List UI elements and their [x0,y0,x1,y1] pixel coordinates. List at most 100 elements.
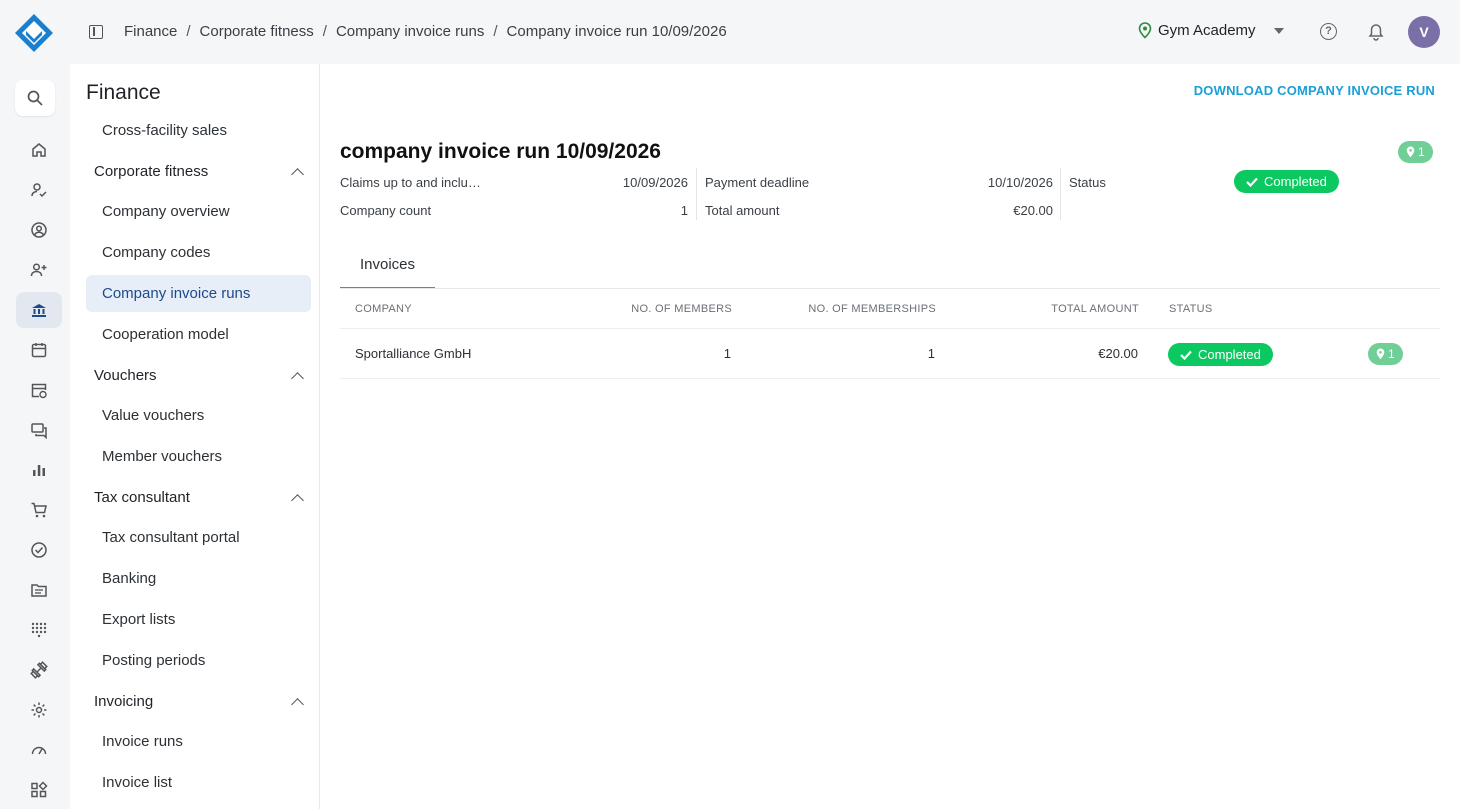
sidebar-item-tax-consultant-portal[interactable]: Tax consultant portal [86,519,311,556]
nav-tasks[interactable] [16,532,62,568]
check-icon [1180,350,1192,360]
chat-icon [31,423,47,439]
sidebar-item-export-lists[interactable]: Export lists [86,601,311,638]
table-row[interactable]: Sportalliance GmbH 1 1 €20.00 Completed … [340,329,1440,379]
breadcrumb-item[interactable]: Company invoice runs [336,23,484,40]
divider [696,168,697,220]
cart-icon [31,502,47,518]
cell-total-amount: €20.00 [1098,346,1138,361]
nav-settings[interactable] [16,692,62,728]
help-icon[interactable]: ? [1320,23,1337,40]
chevron-up-icon [291,371,304,385]
nav-training[interactable] [16,652,62,688]
page-title: company invoice run 10/09/2026 [340,140,661,163]
sidebar-item-posting-periods[interactable]: Posting periods [86,642,311,679]
bank-icon [32,304,46,317]
download-company-invoice-run-button[interactable]: DOWNLOAD COMPANY INVOICE RUN [1194,83,1435,98]
sidebar-item-invoice-runs[interactable]: Invoice runs [86,723,311,760]
sidebar-toggle-icon[interactable] [89,25,103,39]
tab-invoices[interactable]: Invoices [340,247,435,289]
bell-icon[interactable] [1368,23,1384,41]
nav-analytics[interactable] [16,452,62,488]
sidebar-group-label: Corporate fitness [94,163,209,180]
location-pin-icon [1138,22,1152,39]
breadcrumb-item[interactable]: Corporate fitness [200,23,314,40]
sidebar-group-label: Invoicing [94,693,154,710]
finance-sidebar: Finance Cross-facility sales Corporate f… [70,64,320,809]
column-company[interactable]: COMPANY [355,289,412,329]
nav-shop[interactable] [16,492,62,528]
breadcrumb-current: Company invoice run 10/09/2026 [506,23,727,40]
sidebar-group-tax-consultant[interactable]: Tax consultant [94,489,304,507]
icon-rail [0,64,70,809]
cell-members: 1 [723,346,731,361]
sidebar-item-company-invoice-runs[interactable]: Company invoice runs [86,275,311,312]
sidebar-item-value-vouchers[interactable]: Value vouchers [86,397,311,434]
location-count-badge[interactable]: 1 [1398,141,1433,163]
nav-widgets[interactable] [16,772,62,808]
column-memberships[interactable]: NO. OF MEMBERSHIPS [808,289,936,329]
column-members[interactable]: NO. OF MEMBERS [631,289,732,329]
column-total-amount[interactable]: TOTAL AMOUNT [1051,289,1139,329]
tenant-name: Gym Academy [1158,22,1256,39]
search-button[interactable] [15,80,55,116]
nav-home[interactable] [16,132,62,168]
payment-deadline-value: 10/10/2026 [987,175,1053,190]
user-plus-icon [30,263,47,277]
sidebar-item-company-codes[interactable]: Company codes [86,234,311,271]
sidebar-group-corporate-fitness[interactable]: Corporate fitness [94,163,304,181]
search-icon [27,90,43,106]
main-content: DOWNLOAD COMPANY INVOICE RUN company inv… [320,64,1460,809]
nav-apps[interactable] [16,612,62,648]
company-count-label: Company count [340,203,432,218]
chevron-up-icon [291,697,304,711]
user-check-icon [31,183,47,198]
sidebar-group-vouchers[interactable]: Vouchers [94,367,304,385]
nav-leads[interactable] [16,252,62,288]
nav-members[interactable] [16,212,62,248]
chevron-up-icon [291,167,304,181]
status-badge: Completed [1168,343,1273,366]
check-circle-icon [31,542,47,558]
chevron-down-icon [1273,27,1284,34]
breadcrumb-item[interactable]: Finance [124,23,177,40]
tenant-selector[interactable]: Gym Academy [1138,22,1284,39]
user-circle-icon [31,222,47,238]
claims-value: 10/09/2026 [622,175,688,190]
nav-dashboard[interactable] [16,732,62,768]
column-status[interactable]: STATUS [1169,289,1213,329]
nav-documents[interactable] [16,572,62,608]
sidebar-group-label: Vouchers [94,367,157,384]
location-count: 1 [1388,347,1395,361]
location-pin-icon [1406,146,1415,158]
check-icon [1246,177,1258,187]
grid-dots-icon [31,622,47,638]
nav-messages[interactable] [16,412,62,448]
sidebar-item-company-overview[interactable]: Company overview [86,193,311,230]
nav-check-in[interactable] [16,172,62,208]
sidebar-group-label: Tax consultant [94,489,190,506]
sidebar-item-invoice-list[interactable]: Invoice list [86,764,311,801]
sidebar-item-cooperation-model[interactable]: Cooperation model [86,316,311,353]
avatar[interactable]: V [1408,16,1440,48]
calendar-clock-icon [31,383,47,399]
nav-schedule[interactable] [16,372,62,408]
total-amount-label: Total amount [705,203,780,218]
sidebar-item-cross-facility-sales[interactable]: Cross-facility sales [86,112,311,149]
company-count-value: 1 [680,203,688,218]
divider [1060,168,1061,220]
sidebar-item-member-vouchers[interactable]: Member vouchers [86,438,311,475]
sidebar-item-banking[interactable]: Banking [86,560,311,597]
calendar-icon [31,343,47,358]
location-pin-icon [1376,348,1385,360]
app-logo[interactable] [14,13,54,53]
status-label: Status [1069,175,1106,190]
folder-icon [31,584,47,597]
gear-icon [31,702,47,718]
location-count-badge[interactable]: 1 [1368,343,1403,365]
status-text: Completed [1264,174,1327,189]
cell-company: Sportalliance GmbH [355,346,472,361]
sidebar-group-invoicing[interactable]: Invoicing [94,693,304,711]
nav-calendar[interactable] [16,332,62,368]
nav-finance[interactable] [16,292,62,328]
